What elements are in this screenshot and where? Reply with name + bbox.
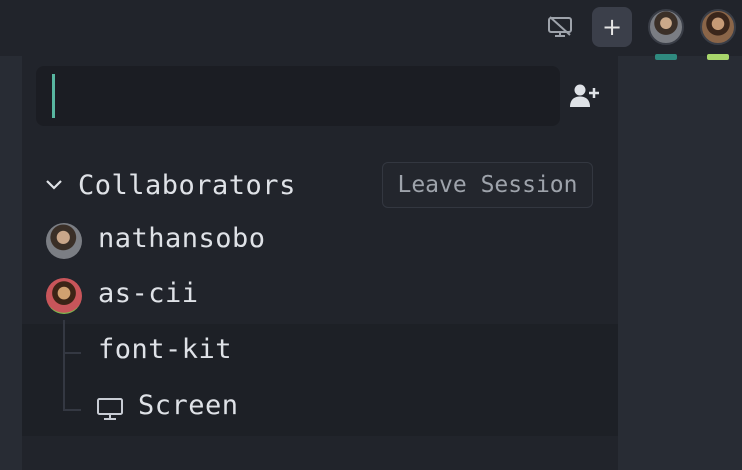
collaborator-name: as-cii xyxy=(98,278,199,309)
screen-off-icon xyxy=(548,16,572,37)
monitor-icon xyxy=(97,398,123,420)
search-input[interactable] xyxy=(36,66,560,126)
screen-share-toggle-button[interactable] xyxy=(540,8,580,46)
avatar xyxy=(46,223,82,259)
presence-indicator xyxy=(707,54,729,60)
collaborator-row[interactable]: as-cii xyxy=(22,268,618,324)
shared-project-row[interactable]: font-kit xyxy=(22,324,618,380)
collaborator-name: nathansobo xyxy=(98,223,266,254)
chevron-down-icon[interactable] xyxy=(42,173,66,197)
project-name: font-kit xyxy=(98,334,233,365)
screen-label: Screen xyxy=(138,390,239,421)
collaborator-row[interactable]: nathansobo xyxy=(22,213,618,269)
tree-branch xyxy=(63,409,81,411)
leave-session-button[interactable]: Leave Session xyxy=(382,162,593,208)
plus-icon: + xyxy=(601,13,623,41)
title-bar: + xyxy=(0,0,742,60)
tree-line xyxy=(63,320,65,410)
invite-user-button[interactable] xyxy=(566,78,602,114)
presence-indicator xyxy=(655,54,677,60)
avatar xyxy=(46,278,82,314)
collaborators-section-header[interactable]: Collaborators xyxy=(42,164,296,206)
avatar-as-cii[interactable] xyxy=(700,9,736,45)
section-title: Collaborators xyxy=(78,169,296,201)
text-caret xyxy=(52,74,55,118)
add-collaborator-button[interactable]: + xyxy=(592,7,632,47)
avatar-nathansobo[interactable] xyxy=(648,9,684,45)
user-plus-icon xyxy=(570,84,599,107)
tree-branch xyxy=(63,352,81,354)
